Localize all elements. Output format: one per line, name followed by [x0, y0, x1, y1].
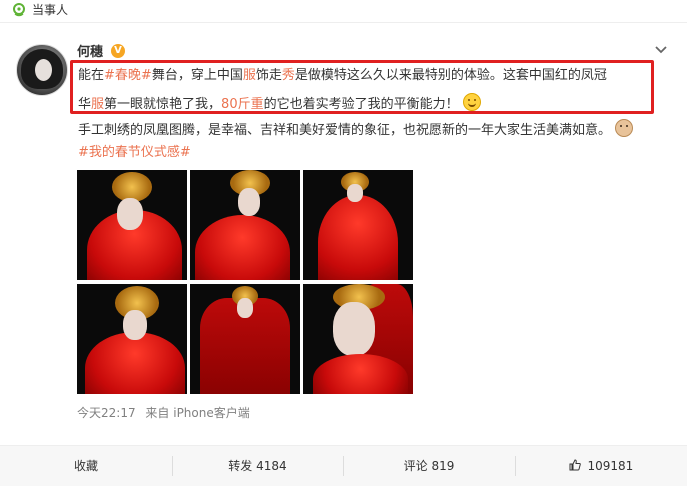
post-photo-6[interactable] — [303, 284, 413, 394]
post-time[interactable]: 今天22:17 — [77, 406, 136, 420]
post-meta: 今天22:17 来自 iPhone客户端 — [77, 406, 250, 420]
favorite-button[interactable]: 收藏 — [0, 446, 172, 486]
action-bar: 收藏 转发 4184 评论 819 109181 — [0, 445, 687, 486]
post-text-line-2: 华服第一眼就惊艳了我，80斤重的它也着实考验了我的平衡能力！ — [78, 93, 481, 114]
username[interactable]: 何穗 — [77, 45, 103, 61]
post-photo-4[interactable] — [77, 284, 187, 394]
post-photo-3[interactable] — [303, 170, 413, 280]
like-button[interactable]: 109181 — [515, 446, 687, 486]
top-label-text: 当事人 — [32, 3, 69, 17]
post-text-line-1: 能在#春晚#舞台，穿上中国服饰走秀是做模特这么久以来最特别的体验。这套中国红的凤… — [78, 68, 607, 83]
verified-badge-icon: V — [111, 44, 125, 58]
comment-button[interactable]: 评论 819 — [343, 446, 515, 486]
post-text-line-3: 手工刺绣的凤凰图腾，是幸福、吉祥和美好爱情的象征，也祝愿新的一年大家生活美满如意… — [78, 119, 634, 140]
top-label-bar: 当事人 — [0, 0, 687, 23]
dog-emoji-icon — [615, 119, 634, 137]
post-photo-5[interactable] — [190, 284, 300, 394]
post-source: 来自 iPhone客户端 — [145, 406, 250, 420]
post-photo-2[interactable] — [190, 170, 300, 280]
chevron-down-icon[interactable] — [654, 44, 668, 56]
avatar[interactable] — [16, 44, 68, 96]
post-photo-1[interactable] — [77, 170, 187, 280]
repost-button[interactable]: 转发 4184 — [172, 446, 343, 486]
hashtag-spring-ritual-link[interactable]: #我的春节仪式感# — [78, 144, 191, 162]
smile-emoji-icon — [462, 93, 481, 111]
location-pin-icon — [13, 3, 25, 17]
hashtag-chunwan-link[interactable]: #春晚# — [104, 68, 152, 83]
thumbs-up-icon — [569, 459, 581, 471]
